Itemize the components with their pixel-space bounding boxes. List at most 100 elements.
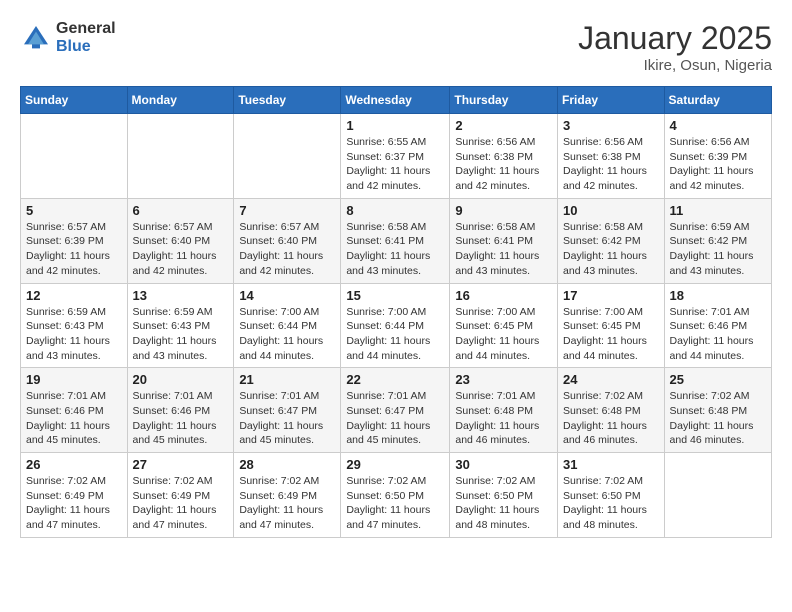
day-number: 13 <box>133 288 229 303</box>
calendar-cell: 27 Sunrise: 7:02 AM Sunset: 6:49 PM Dayli… <box>127 453 234 538</box>
calendar-week-row: 12Sunrise: 6:59 AM Sunset: 6:43 PM Dayli… <box>21 283 772 368</box>
day-number: 10 <box>563 203 659 218</box>
day-info: Sunrise: 6:58 AM Sunset: 6:41 PM Dayligh… <box>455 220 552 279</box>
day-info: Sunrise: 7:02 AM Sunset: 6:48 PM Dayligh… <box>670 389 766 448</box>
calendar-week-row: 26 Sunrise: 7:02 AM Sunset: 6:49 PM Dayli… <box>21 453 772 538</box>
calendar-cell: 1 Sunrise: 6:55 AM Sunset: 6:37 PM Daylig… <box>341 114 450 199</box>
calendar-cell <box>127 114 234 199</box>
calendar-cell: 19Sunrise: 7:01 AM Sunset: 6:46 PM Dayli… <box>21 368 128 453</box>
day-info: Sunrise: 6:59 AM Sunset: 6:43 PM Dayligh… <box>26 305 122 364</box>
day-number: 7 <box>239 203 335 218</box>
day-number: 20 <box>133 372 229 387</box>
calendar-cell <box>21 114 128 199</box>
day-info: Sunrise: 7:02 AM Sunset: 6:50 PM Dayligh… <box>346 474 444 533</box>
calendar-cell: 3Sunrise: 6:56 AM Sunset: 6:38 PM Daylig… <box>558 114 665 199</box>
day-info: Sunrise: 6:56 AM Sunset: 6:39 PM Dayligh… <box>670 135 766 194</box>
page: General Blue January 2025 Ikire, Osun, N… <box>0 0 792 612</box>
day-info: Sunrise: 6:57 AM Sunset: 6:39 PM Dayligh… <box>26 220 122 279</box>
day-info: Sunrise: 7:01 AM Sunset: 6:46 PM Dayligh… <box>26 389 122 448</box>
day-number: 24 <box>563 372 659 387</box>
calendar-cell: 16 Sunrise: 7:00 AM Sunset: 6:45 PM Dayli… <box>450 283 558 368</box>
day-info: Sunrise: 6:58 AM Sunset: 6:42 PM Dayligh… <box>563 220 659 279</box>
weekday-header-tuesday: Tuesday <box>234 87 341 114</box>
calendar-week-row: 5 Sunrise: 6:57 AM Sunset: 6:39 PM Daylig… <box>21 198 772 283</box>
logo-blue-text: Blue <box>56 38 116 56</box>
day-info: Sunrise: 7:02 AM Sunset: 6:49 PM Dayligh… <box>239 474 335 533</box>
day-info: Sunrise: 7:01 AM Sunset: 6:47 PM Dayligh… <box>346 389 444 448</box>
day-info: Sunrise: 7:01 AM Sunset: 6:48 PM Dayligh… <box>455 389 552 448</box>
calendar-cell: 20Sunrise: 7:01 AM Sunset: 6:46 PM Dayli… <box>127 368 234 453</box>
weekday-header-wednesday: Wednesday <box>341 87 450 114</box>
day-number: 28 <box>239 457 335 472</box>
calendar-week-row: 1 Sunrise: 6:55 AM Sunset: 6:37 PM Daylig… <box>21 114 772 199</box>
day-info: Sunrise: 7:02 AM Sunset: 6:49 PM Dayligh… <box>133 474 229 533</box>
logo-general-text: General <box>56 20 116 38</box>
calendar-cell: 30 Sunrise: 7:02 AM Sunset: 6:50 PM Dayli… <box>450 453 558 538</box>
day-info: Sunrise: 6:59 AM Sunset: 6:42 PM Dayligh… <box>670 220 766 279</box>
day-number: 14 <box>239 288 335 303</box>
day-number: 30 <box>455 457 552 472</box>
logo: General Blue <box>20 20 116 55</box>
title-block: January 2025 Ikire, Osun, Nigeria <box>578 20 772 74</box>
day-number: 4 <box>670 118 766 133</box>
calendar-table: SundayMondayTuesdayWednesdayThursdayFrid… <box>20 86 772 538</box>
day-number: 18 <box>670 288 766 303</box>
calendar-cell: 14 Sunrise: 7:00 AM Sunset: 6:44 PM Dayli… <box>234 283 341 368</box>
day-number: 31 <box>563 457 659 472</box>
day-number: 15 <box>346 288 444 303</box>
calendar-cell: 18 Sunrise: 7:01 AM Sunset: 6:46 PM Dayli… <box>664 283 771 368</box>
calendar-cell: 29Sunrise: 7:02 AM Sunset: 6:50 PM Dayli… <box>341 453 450 538</box>
day-info: Sunrise: 7:02 AM Sunset: 6:50 PM Dayligh… <box>455 474 552 533</box>
day-number: 1 <box>346 118 444 133</box>
day-info: Sunrise: 6:55 AM Sunset: 6:37 PM Dayligh… <box>346 135 444 194</box>
calendar-cell <box>234 114 341 199</box>
day-number: 25 <box>670 372 766 387</box>
calendar-cell: 12Sunrise: 6:59 AM Sunset: 6:43 PM Dayli… <box>21 283 128 368</box>
day-info: Sunrise: 6:58 AM Sunset: 6:41 PM Dayligh… <box>346 220 444 279</box>
day-info: Sunrise: 7:02 AM Sunset: 6:49 PM Dayligh… <box>26 474 122 533</box>
calendar-cell: 25 Sunrise: 7:02 AM Sunset: 6:48 PM Dayli… <box>664 368 771 453</box>
calendar-cell: 8 Sunrise: 6:58 AM Sunset: 6:41 PM Daylig… <box>341 198 450 283</box>
day-info: Sunrise: 6:57 AM Sunset: 6:40 PM Dayligh… <box>239 220 335 279</box>
day-number: 16 <box>455 288 552 303</box>
day-info: Sunrise: 7:01 AM Sunset: 6:46 PM Dayligh… <box>670 305 766 364</box>
calendar-cell: 6Sunrise: 6:57 AM Sunset: 6:40 PM Daylig… <box>127 198 234 283</box>
calendar-week-row: 19Sunrise: 7:01 AM Sunset: 6:46 PM Dayli… <box>21 368 772 453</box>
day-info: Sunrise: 7:00 AM Sunset: 6:45 PM Dayligh… <box>455 305 552 364</box>
day-info: Sunrise: 6:56 AM Sunset: 6:38 PM Dayligh… <box>563 135 659 194</box>
calendar-cell: 7 Sunrise: 6:57 AM Sunset: 6:40 PM Daylig… <box>234 198 341 283</box>
day-info: Sunrise: 6:59 AM Sunset: 6:43 PM Dayligh… <box>133 305 229 364</box>
calendar-cell: 15 Sunrise: 7:00 AM Sunset: 6:44 PM Dayli… <box>341 283 450 368</box>
day-info: Sunrise: 7:02 AM Sunset: 6:48 PM Dayligh… <box>563 389 659 448</box>
day-number: 17 <box>563 288 659 303</box>
day-info: Sunrise: 7:01 AM Sunset: 6:47 PM Dayligh… <box>239 389 335 448</box>
weekday-header-sunday: Sunday <box>21 87 128 114</box>
calendar-cell: 26 Sunrise: 7:02 AM Sunset: 6:49 PM Dayli… <box>21 453 128 538</box>
logo-icon <box>20 22 52 54</box>
calendar-cell: 21Sunrise: 7:01 AM Sunset: 6:47 PM Dayli… <box>234 368 341 453</box>
calendar-cell: 17Sunrise: 7:00 AM Sunset: 6:45 PM Dayli… <box>558 283 665 368</box>
day-number: 5 <box>26 203 122 218</box>
day-info: Sunrise: 7:00 AM Sunset: 6:44 PM Dayligh… <box>346 305 444 364</box>
calendar-title: January 2025 <box>578 20 772 57</box>
logo-text: General Blue <box>56 20 116 55</box>
day-number: 27 <box>133 457 229 472</box>
day-number: 26 <box>26 457 122 472</box>
day-info: Sunrise: 6:56 AM Sunset: 6:38 PM Dayligh… <box>455 135 552 194</box>
calendar-cell: 24 Sunrise: 7:02 AM Sunset: 6:48 PM Dayli… <box>558 368 665 453</box>
day-info: Sunrise: 6:57 AM Sunset: 6:40 PM Dayligh… <box>133 220 229 279</box>
day-number: 9 <box>455 203 552 218</box>
day-number: 8 <box>346 203 444 218</box>
calendar-cell: 9 Sunrise: 6:58 AM Sunset: 6:41 PM Daylig… <box>450 198 558 283</box>
calendar-cell: 5 Sunrise: 6:57 AM Sunset: 6:39 PM Daylig… <box>21 198 128 283</box>
day-number: 2 <box>455 118 552 133</box>
weekday-header-saturday: Saturday <box>664 87 771 114</box>
header: General Blue January 2025 Ikire, Osun, N… <box>20 20 772 74</box>
calendar-cell: 13 Sunrise: 6:59 AM Sunset: 6:43 PM Dayli… <box>127 283 234 368</box>
calendar-cell: 23 Sunrise: 7:01 AM Sunset: 6:48 PM Dayli… <box>450 368 558 453</box>
day-number: 22 <box>346 372 444 387</box>
weekday-header-thursday: Thursday <box>450 87 558 114</box>
calendar-location: Ikire, Osun, Nigeria <box>578 57 772 74</box>
day-info: Sunrise: 7:00 AM Sunset: 6:44 PM Dayligh… <box>239 305 335 364</box>
day-number: 23 <box>455 372 552 387</box>
